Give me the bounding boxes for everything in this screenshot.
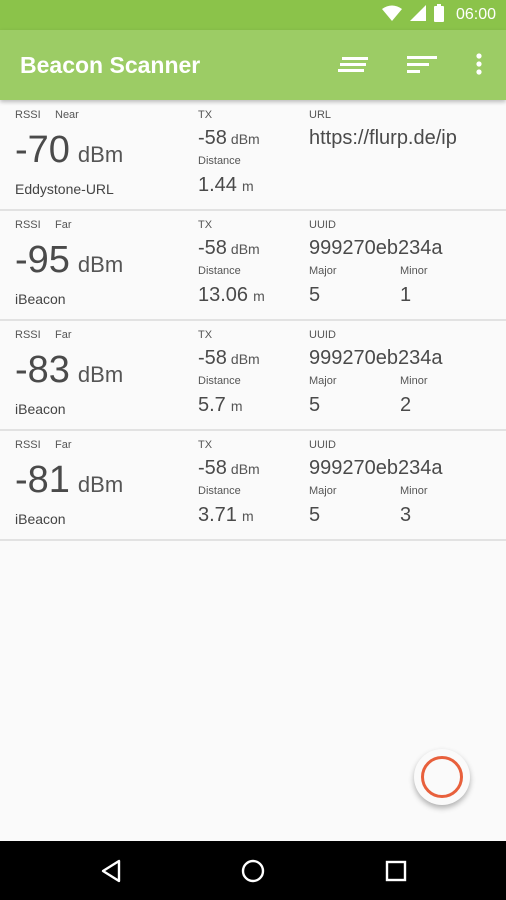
major-value: 5 [309,504,321,526]
rssi-value: -70 dBm [15,129,124,171]
major-value: 5 [309,284,321,306]
proximity-label: Far [55,439,72,451]
minor-label: Minor [400,375,428,387]
rssi-value: -81 dBm [15,459,124,501]
beacon-type: iBeacon [15,401,66,417]
more-vert-icon[interactable] [462,51,496,79]
distance-value: 5.7 m [198,394,243,416]
tx-value: -58 dBm [198,127,260,149]
tx-value: -58 dBm [198,237,260,259]
rssi-label: RSSI [15,219,41,231]
uuid-value: 999270eb234a [309,347,443,369]
proximity-label: Far [55,219,72,231]
minor-label: Minor [400,265,428,277]
beacon-type: iBeacon [15,511,66,527]
rssi-value: -95 dBm [15,239,124,281]
status-time: 06:00 [455,6,496,23]
distance-label: Distance [198,155,241,167]
major-label: Major [309,265,337,277]
distance-value: 13.06 m [198,284,265,306]
minor-value: 2 [400,394,412,416]
rssi-value: -83 dBm [15,349,124,391]
navigation-bar [0,841,506,900]
tx-label: TX [198,439,213,451]
uuid-label: UUID [309,439,336,451]
tx-value: -58 dBm [198,457,260,479]
distance-value: 3.71 m [198,504,254,526]
uuid-value: 999270eb234a [309,457,443,479]
sort-icon[interactable] [336,51,370,79]
beacon-card[interactable]: RSSI Far -81 dBm iBeacon TX -58 dBm Distan… [0,431,506,541]
url-label: URL [309,109,332,121]
record-icon [421,756,463,798]
app-bar: Beacon Scanner [0,30,506,100]
proximity-label: Near [55,109,79,121]
major-label: Major [309,375,337,387]
status-bar: 06:00 [0,0,506,30]
distance-label: Distance [198,375,241,387]
minor-value: 1 [400,284,412,306]
minor-label: Minor [400,485,428,497]
tx-value: -58 dBm [198,347,260,369]
signal-icon [409,5,426,25]
filter-icon[interactable] [404,51,438,79]
beacon-card[interactable]: RSSI Far -83 dBm iBeacon TX -58 dBm Distan… [0,321,506,431]
app-title: Beacon Scanner [20,52,201,78]
battery-icon [433,4,444,26]
url-value: https://flurp.de/ip [309,127,457,149]
proximity-label: Far [55,329,72,341]
rssi-label: RSSI [15,109,41,121]
recents-icon[interactable] [378,853,414,889]
rssi-label: RSSI [15,439,41,451]
uuid-label: UUID [309,329,336,341]
major-label: Major [309,485,337,497]
beacon-type: Eddystone-URL [15,181,114,197]
tx-label: TX [198,219,213,231]
distance-label: Distance [198,265,241,277]
beacon-card[interactable]: RSSI Near -70 dBm Eddystone-URL TX -58 dBm… [0,101,506,211]
major-value: 5 [309,394,321,416]
wifi-icon [381,5,402,25]
tx-label: TX [198,329,213,341]
status-icons: 06:00 [381,0,496,30]
home-icon[interactable] [235,853,271,889]
beacon-card[interactable]: RSSI Far -95 dBm iBeacon TX -58 dBm Distan… [0,211,506,321]
uuid-label: UUID [309,219,336,231]
distance-label: Distance [198,485,241,497]
uuid-value: 999270eb234a [309,237,443,259]
beacon-type: iBeacon [15,291,66,307]
rssi-label: RSSI [15,329,41,341]
scan-fab-button[interactable] [414,749,470,805]
minor-value: 3 [400,504,412,526]
distance-value: 1.44 m [198,174,254,196]
back-icon[interactable] [94,853,130,889]
beacon-list: RSSI Near -70 dBm Eddystone-URL TX -58 dBm… [0,101,506,541]
tx-label: TX [198,109,213,121]
